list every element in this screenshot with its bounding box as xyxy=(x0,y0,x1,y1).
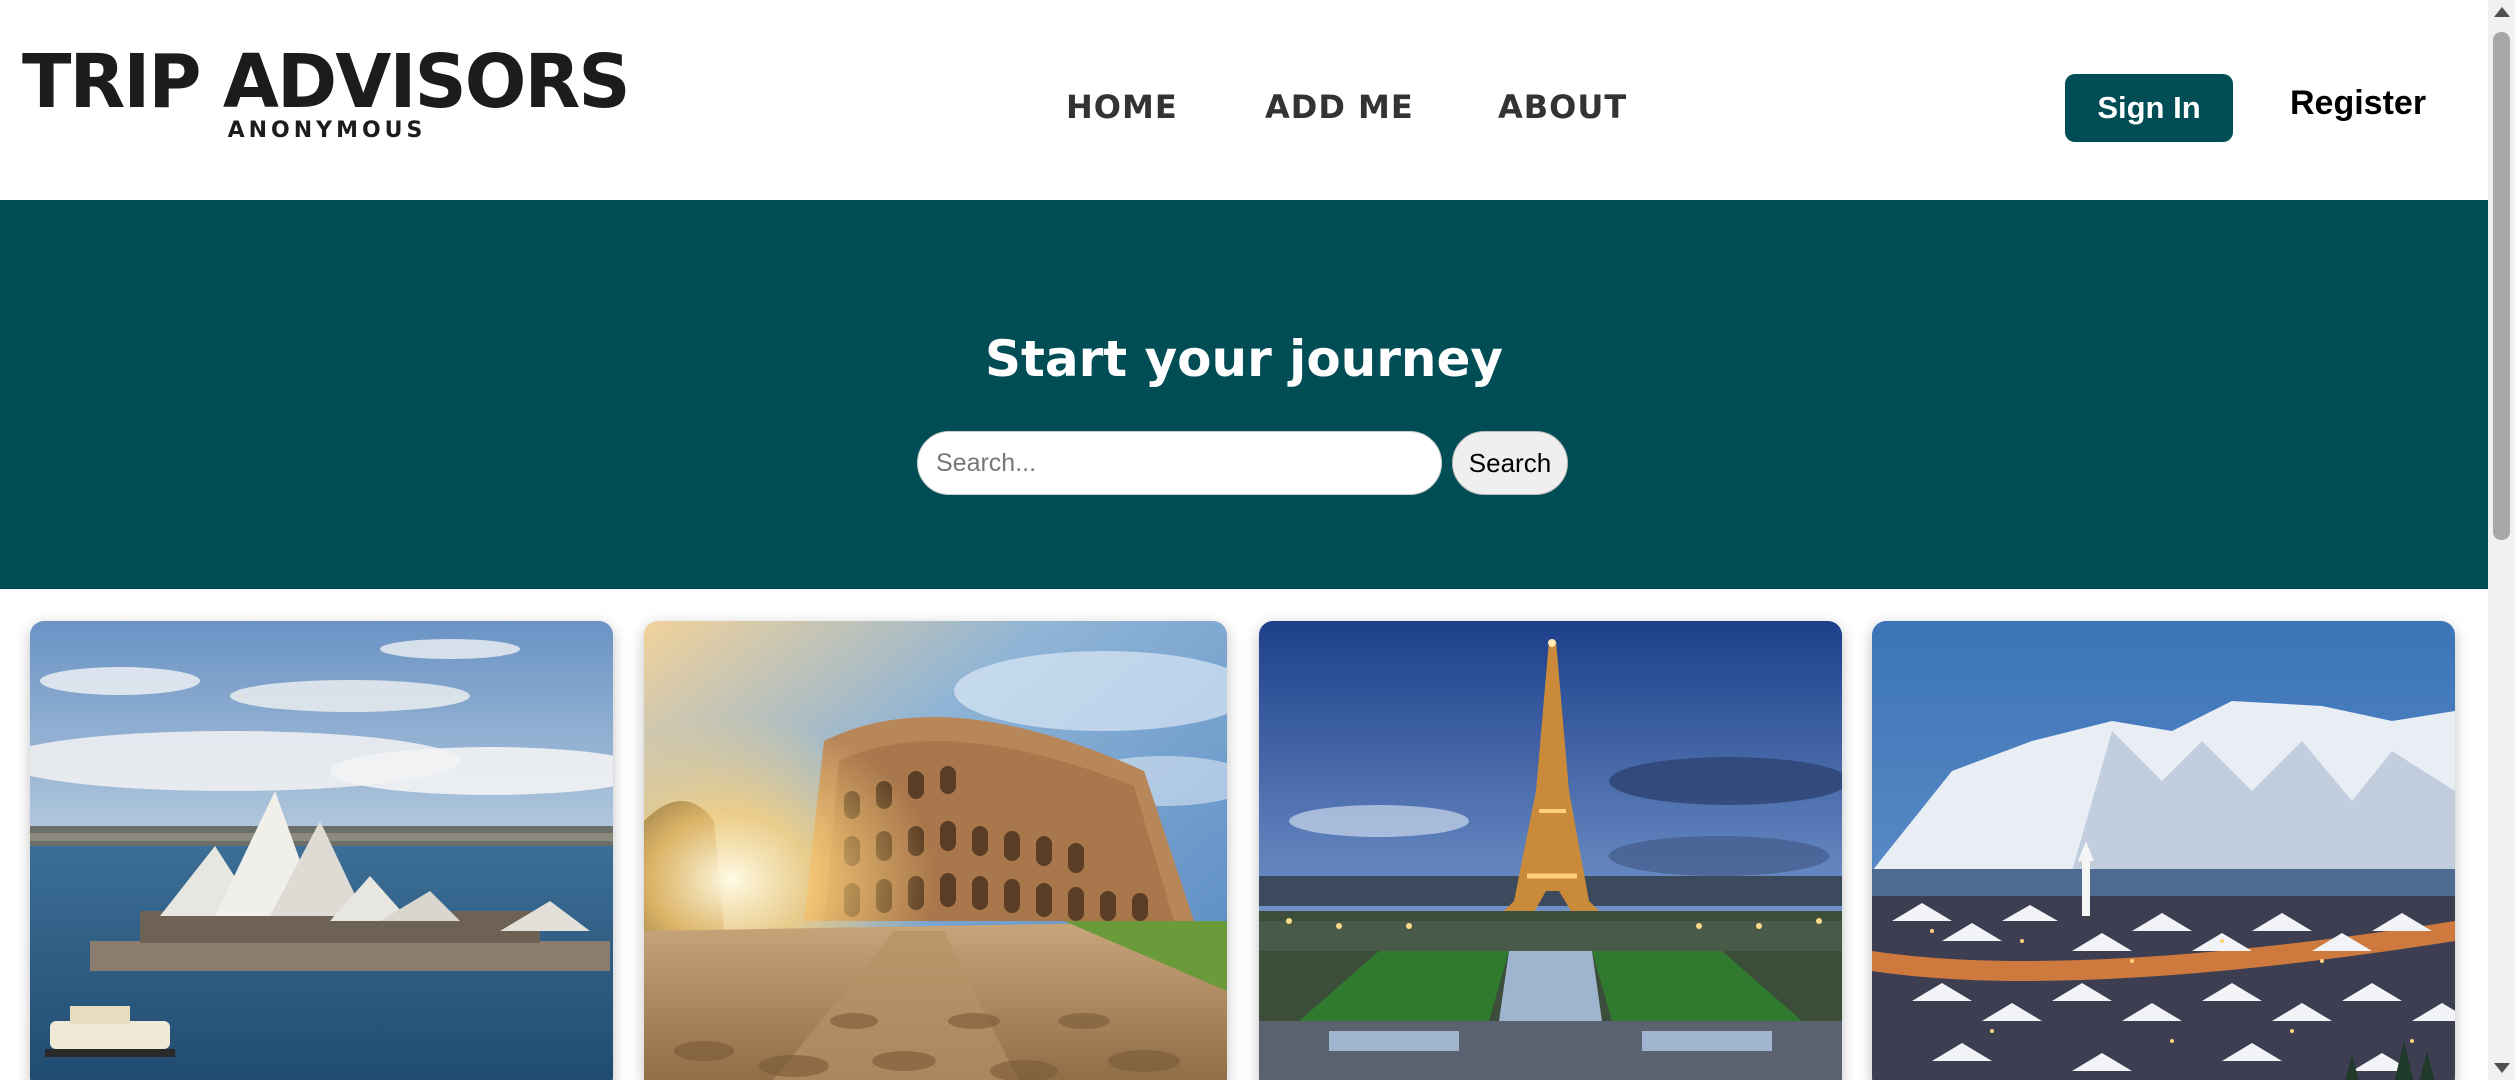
site-logo[interactable]: TRIP ADVISORS ANONYMOUS xyxy=(22,39,631,143)
destination-card-paris[interactable] xyxy=(1259,621,1842,1080)
logo-title: TRIP ADVISORS xyxy=(22,39,631,125)
vertical-scrollbar[interactable] xyxy=(2488,0,2515,1080)
nav-add-me-link[interactable]: ADD ME xyxy=(1265,88,1414,126)
destination-card-reykjavik[interactable] xyxy=(1872,621,2455,1080)
sign-in-button[interactable]: Sign In xyxy=(2065,74,2233,142)
register-link[interactable]: Register xyxy=(2290,84,2426,123)
scrollbar-thumb[interactable] xyxy=(2493,32,2510,540)
scroll-up-arrow-icon[interactable] xyxy=(2488,0,2515,24)
hero-title: Start your journey xyxy=(984,330,1504,388)
hero-section: Start your journey Search xyxy=(0,200,2488,589)
scroll-down-arrow-icon[interactable] xyxy=(2488,1056,2515,1080)
eiffel-tower-image xyxy=(1259,621,1842,1080)
nav-home-link[interactable]: HOME xyxy=(1066,88,1178,126)
site-header: TRIP ADVISORS ANONYMOUS HOME ADD ME ABOU… xyxy=(0,0,2488,200)
destination-card-sydney[interactable] xyxy=(30,621,613,1080)
colosseum-image xyxy=(644,621,1227,1080)
nav-about-link[interactable]: ABOUT xyxy=(1498,88,1627,126)
destination-card-rome[interactable] xyxy=(644,621,1227,1080)
search-input[interactable] xyxy=(917,431,1442,495)
page: TRIP ADVISORS ANONYMOUS HOME ADD ME ABOU… xyxy=(0,0,2488,1080)
sydney-opera-house-image xyxy=(30,621,613,1080)
search-button[interactable]: Search xyxy=(1452,431,1568,495)
reykjavik-image xyxy=(1872,621,2455,1080)
